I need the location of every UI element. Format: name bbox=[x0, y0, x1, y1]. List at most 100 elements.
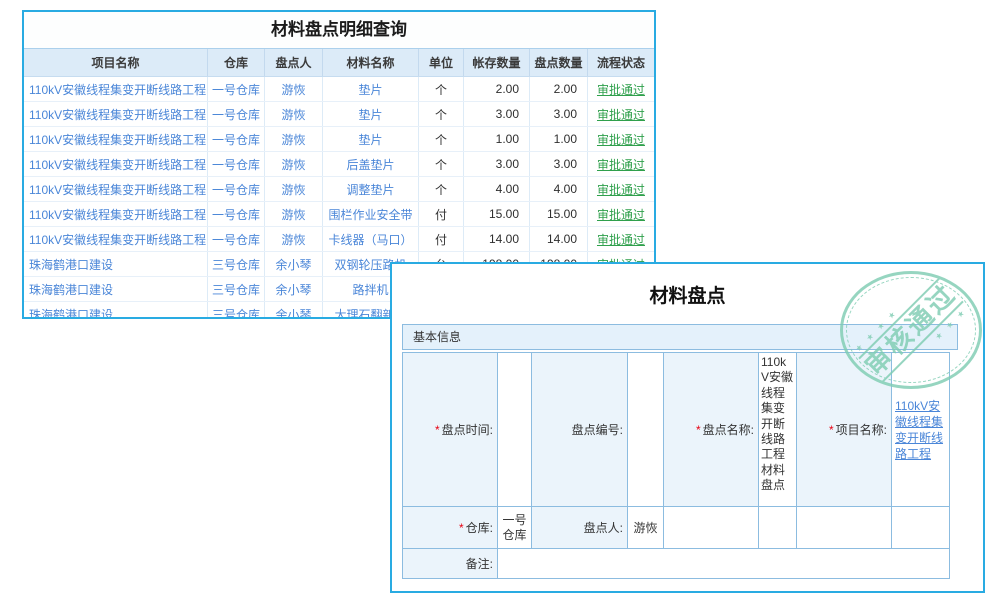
cell-book-qty: 14.00 bbox=[464, 227, 530, 251]
column-header-flow-status: 流程状态 bbox=[588, 49, 654, 76]
cell-project[interactable]: 110kV安徽线程集变开断线路工程 bbox=[24, 152, 208, 176]
cell-material: 垫片 bbox=[323, 127, 419, 151]
column-header-count-qty: 盘点数量 bbox=[530, 49, 588, 76]
cell-status[interactable]: 审批通过 bbox=[588, 177, 654, 201]
cell-unit: 个 bbox=[419, 77, 464, 101]
cell-book-qty: 2.00 bbox=[464, 77, 530, 101]
cell-project[interactable]: 110kV安徽线程集变开断线路工程 bbox=[24, 227, 208, 251]
cell-taker: 余小琴 bbox=[265, 302, 323, 319]
empty-cell bbox=[797, 507, 892, 549]
cell-status[interactable]: 审批通过 bbox=[588, 102, 654, 126]
table-row: 110kV安徽线程集变开断线路工程一号仓库游恢围栏作业安全带付15.0015.0… bbox=[24, 202, 654, 227]
cell-material: 卡线器（马口） bbox=[323, 227, 419, 251]
cell-count-qty: 3.00 bbox=[530, 152, 588, 176]
cell-taker: 余小琴 bbox=[265, 252, 323, 276]
basic-info-grid: * 盘点时间: 盘点编号: * 盘点名称: 110kV安徽线程集变开断线路工程材… bbox=[402, 352, 950, 579]
field-warehouse: 一号仓库 bbox=[498, 507, 532, 549]
cell-count-qty: 4.00 bbox=[530, 177, 588, 201]
cell-warehouse: 一号仓库 bbox=[208, 152, 265, 176]
empty-cell bbox=[892, 507, 950, 549]
cell-material: 垫片 bbox=[323, 102, 419, 126]
column-header-book-qty: 帐存数量 bbox=[464, 49, 530, 76]
cell-status[interactable]: 审批通过 bbox=[588, 77, 654, 101]
cell-warehouse: 三号仓库 bbox=[208, 277, 265, 301]
cell-material: 围栏作业安全带 bbox=[323, 202, 419, 226]
cell-unit: 个 bbox=[419, 152, 464, 176]
cell-count-qty: 3.00 bbox=[530, 102, 588, 126]
label-remark-text: 备注: bbox=[466, 555, 493, 572]
cell-unit: 付 bbox=[419, 202, 464, 226]
query-table-header-row: 项目名称 仓库 盘点人 材料名称 单位 帐存数量 盘点数量 流程状态 bbox=[24, 49, 654, 77]
required-marker: * bbox=[696, 423, 701, 437]
empty-cell bbox=[759, 507, 797, 549]
empty-cell bbox=[664, 507, 759, 549]
cell-project[interactable]: 110kV安徽线程集变开断线路工程 bbox=[24, 102, 208, 126]
project-name-link[interactable]: 110kV安徽线程集变开断线路工程 bbox=[892, 398, 949, 462]
cell-project[interactable]: 珠海鹤港口建设 bbox=[24, 277, 208, 301]
cell-project[interactable]: 110kV安徽线程集变开断线路工程 bbox=[24, 77, 208, 101]
label-inventory-name: * 盘点名称: bbox=[664, 353, 759, 507]
cell-unit: 个 bbox=[419, 127, 464, 151]
column-header-warehouse: 仓库 bbox=[208, 49, 265, 76]
field-inventory-name: 110kV安徽线程集变开断线路工程材料盘点 bbox=[759, 353, 797, 507]
cell-status[interactable]: 审批通过 bbox=[588, 152, 654, 176]
cell-material: 垫片 bbox=[323, 77, 419, 101]
cell-warehouse: 一号仓库 bbox=[208, 77, 265, 101]
table-row: 110kV安徽线程集变开断线路工程一号仓库游恢垫片个2.002.00审批通过 bbox=[24, 77, 654, 102]
column-header-project-name: 项目名称 bbox=[24, 49, 208, 76]
column-header-unit: 单位 bbox=[419, 49, 464, 76]
cell-project[interactable]: 珠海鹤港口建设 bbox=[24, 302, 208, 319]
field-inventory-code[interactable] bbox=[628, 353, 664, 507]
cell-book-qty: 3.00 bbox=[464, 102, 530, 126]
cell-count-qty: 2.00 bbox=[530, 77, 588, 101]
cell-warehouse: 一号仓库 bbox=[208, 177, 265, 201]
cell-status[interactable]: 审批通过 bbox=[588, 127, 654, 151]
label-inventory-taker-text: 盘点人: bbox=[584, 519, 623, 536]
field-inventory-taker: 游恢 bbox=[628, 507, 664, 549]
label-inventory-time: * 盘点时间: bbox=[403, 353, 498, 507]
cell-unit: 个 bbox=[419, 102, 464, 126]
cell-taker: 游恢 bbox=[265, 77, 323, 101]
cell-project[interactable]: 珠海鹤港口建设 bbox=[24, 252, 208, 276]
label-inventory-taker: 盘点人: bbox=[532, 507, 628, 549]
query-table-title: 材料盘点明细查询 bbox=[24, 12, 654, 49]
section-basic-info: 基本信息 bbox=[402, 324, 958, 350]
cell-status[interactable]: 审批通过 bbox=[588, 202, 654, 226]
field-project-name: 110kV安徽线程集变开断线路工程 bbox=[892, 353, 950, 507]
cell-project[interactable]: 110kV安徽线程集变开断线路工程 bbox=[24, 177, 208, 201]
label-inventory-code: 盘点编号: bbox=[532, 353, 628, 507]
label-project-name-text: 项目名称: bbox=[836, 421, 887, 438]
cell-taker: 游恢 bbox=[265, 202, 323, 226]
required-marker: * bbox=[829, 423, 834, 437]
cell-warehouse: 一号仓库 bbox=[208, 127, 265, 151]
material-inventory-form-panel: 材料盘点 基本信息 * 盘点时间: 盘点编号: * 盘点名称: 110kV安徽线… bbox=[390, 262, 985, 593]
cell-count-qty: 14.00 bbox=[530, 227, 588, 251]
cell-warehouse: 三号仓库 bbox=[208, 302, 265, 319]
label-warehouse-text: 仓库: bbox=[466, 519, 493, 536]
field-inventory-time[interactable] bbox=[498, 353, 532, 507]
cell-count-qty: 15.00 bbox=[530, 202, 588, 226]
cell-taker: 余小琴 bbox=[265, 277, 323, 301]
cell-warehouse: 一号仓库 bbox=[208, 227, 265, 251]
label-inventory-time-text: 盘点时间: bbox=[442, 421, 493, 438]
required-marker: * bbox=[435, 423, 440, 437]
label-inventory-code-text: 盘点编号: bbox=[572, 421, 623, 438]
cell-project[interactable]: 110kV安徽线程集变开断线路工程 bbox=[24, 202, 208, 226]
cell-unit: 付 bbox=[419, 227, 464, 251]
cell-warehouse: 三号仓库 bbox=[208, 252, 265, 276]
required-marker: * bbox=[459, 521, 464, 535]
table-row: 110kV安徽线程集变开断线路工程一号仓库游恢卡线器（马口）付14.0014.0… bbox=[24, 227, 654, 252]
cell-project[interactable]: 110kV安徽线程集变开断线路工程 bbox=[24, 127, 208, 151]
column-header-inventory-taker: 盘点人 bbox=[265, 49, 323, 76]
cell-book-qty: 1.00 bbox=[464, 127, 530, 151]
label-project-name: * 项目名称: bbox=[797, 353, 892, 507]
field-remark[interactable] bbox=[498, 549, 950, 579]
cell-taker: 游恢 bbox=[265, 227, 323, 251]
cell-taker: 游恢 bbox=[265, 152, 323, 176]
cell-material: 调整垫片 bbox=[323, 177, 419, 201]
column-header-material-name: 材料名称 bbox=[323, 49, 419, 76]
cell-taker: 游恢 bbox=[265, 102, 323, 126]
form-title: 材料盘点 bbox=[392, 281, 983, 308]
cell-status[interactable]: 审批通过 bbox=[588, 227, 654, 251]
cell-warehouse: 一号仓库 bbox=[208, 102, 265, 126]
